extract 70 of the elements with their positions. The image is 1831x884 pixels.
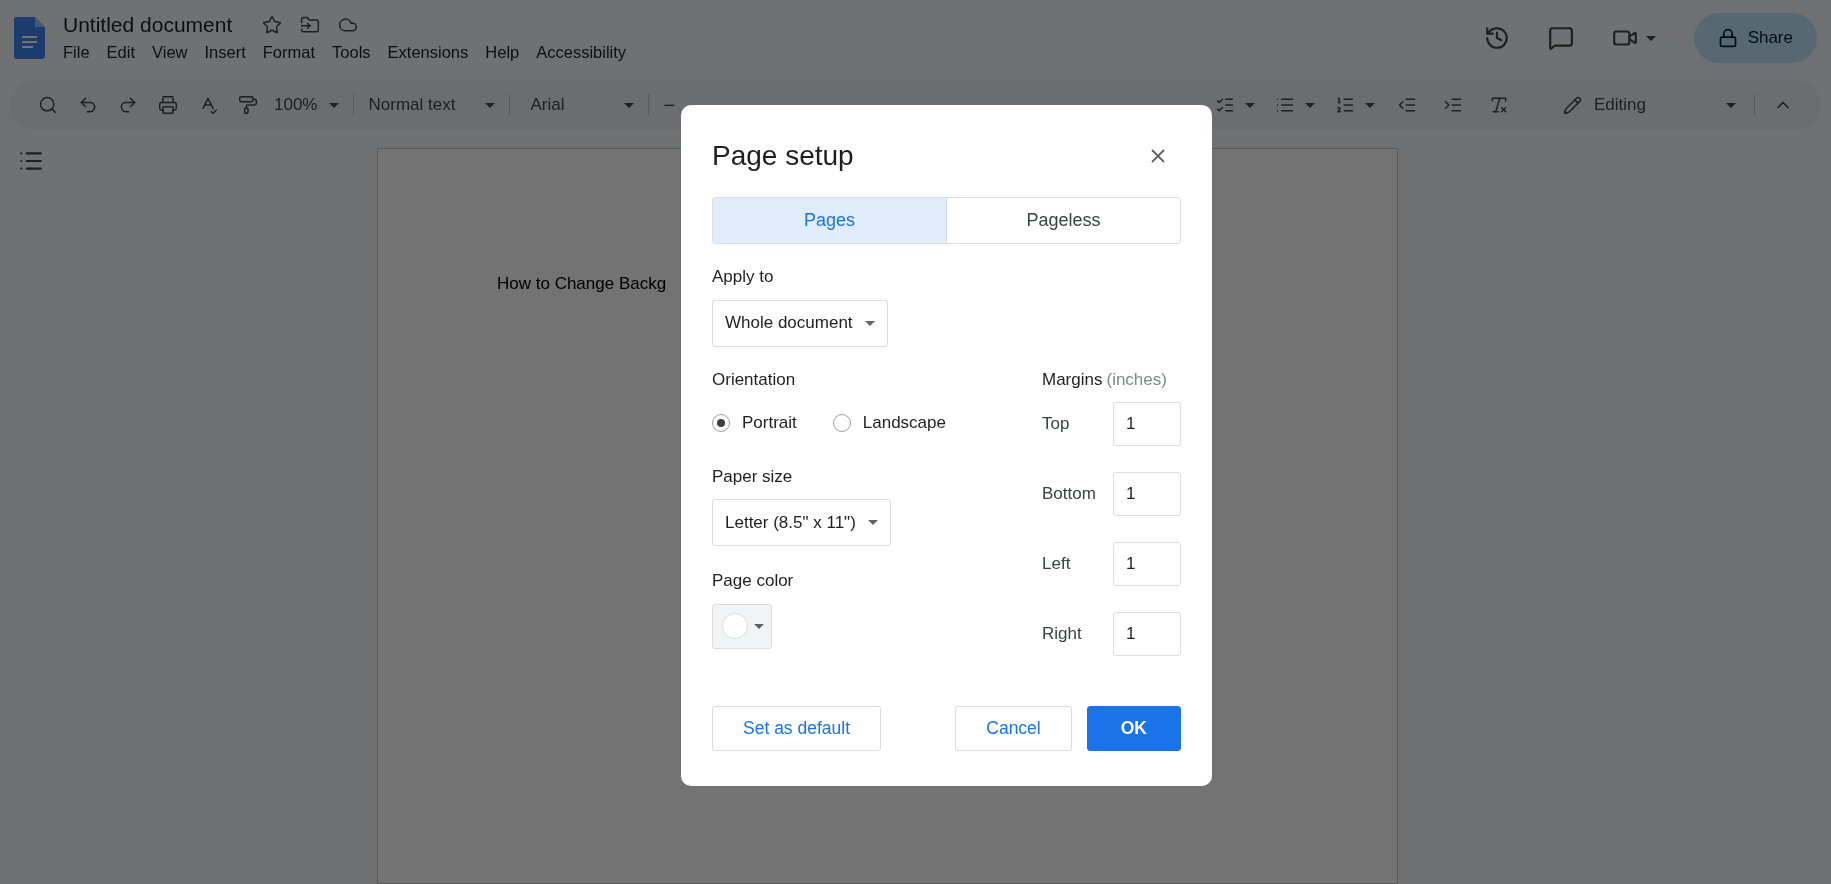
dialog-title: Page setup bbox=[712, 139, 854, 173]
decrease-font-size-button[interactable]: − bbox=[663, 90, 676, 120]
menu-item[interactable]: File bbox=[55, 38, 98, 66]
margin-label: Left bbox=[1042, 553, 1071, 576]
editing-mode-dropdown[interactable]: Editing bbox=[1563, 92, 1736, 118]
share-button[interactable]: Share bbox=[1693, 13, 1817, 63]
style-dropdown[interactable]: Normal text bbox=[368, 92, 496, 118]
menu-item[interactable]: Insert bbox=[196, 38, 254, 66]
comment-icon[interactable] bbox=[1547, 25, 1574, 51]
zoom-dropdown[interactable]: 100% bbox=[274, 92, 340, 118]
document-text: How to Change Backg bbox=[497, 273, 667, 295]
margin-label: Top bbox=[1042, 413, 1070, 436]
document-title[interactable]: Untitled document bbox=[63, 10, 233, 39]
menu-item[interactable]: Edit bbox=[98, 38, 144, 66]
docs-logo-icon[interactable] bbox=[14, 17, 45, 59]
caret-icon bbox=[1365, 102, 1376, 108]
orientation-radio[interactable]: Portrait bbox=[712, 410, 797, 436]
margin-input[interactable]: 1 bbox=[1113, 542, 1181, 586]
margin-input[interactable]: 1 bbox=[1113, 612, 1181, 656]
undo-icon[interactable] bbox=[78, 95, 98, 115]
caret-icon bbox=[1305, 102, 1316, 108]
menu-item[interactable]: Accessibility bbox=[528, 38, 635, 66]
apply-to-dropdown[interactable]: Whole document bbox=[712, 299, 888, 347]
print-icon[interactable] bbox=[158, 95, 178, 115]
margin-label: Right bbox=[1042, 623, 1082, 646]
margins-label: Margins bbox=[1042, 368, 1103, 391]
caret-icon bbox=[1245, 102, 1256, 108]
numbered-list-icon[interactable] bbox=[1335, 95, 1356, 115]
orientation-label: Orientation bbox=[712, 368, 797, 391]
dialog-button[interactable]: Set as default bbox=[712, 706, 882, 751]
caret-icon bbox=[1726, 102, 1736, 108]
margins-unit: (inches) bbox=[1106, 368, 1167, 391]
caret-icon bbox=[624, 102, 635, 108]
font-dropdown[interactable]: Arial bbox=[530, 92, 635, 118]
caret-icon bbox=[329, 102, 340, 108]
history-icon[interactable] bbox=[1483, 25, 1510, 51]
margin-label: Bottom bbox=[1042, 483, 1096, 506]
caret-icon bbox=[867, 520, 878, 525]
search-icon[interactable] bbox=[38, 95, 58, 115]
star-icon[interactable] bbox=[262, 14, 283, 35]
menu-item[interactable]: Help bbox=[477, 38, 528, 66]
increase-indent-icon[interactable] bbox=[1443, 95, 1464, 115]
page-color-label: Page color bbox=[712, 570, 795, 592]
page-color-picker[interactable] bbox=[712, 603, 772, 649]
margin-input[interactable]: 1 bbox=[1113, 472, 1181, 516]
bulleted-list-icon[interactable] bbox=[1275, 95, 1296, 115]
folder-icon[interactable] bbox=[300, 14, 321, 35]
menu-item[interactable]: Extensions bbox=[379, 38, 477, 66]
dialog-button[interactable]: Cancel bbox=[955, 706, 1072, 751]
caret-icon bbox=[864, 320, 875, 326]
menu-item[interactable]: Format bbox=[254, 38, 324, 66]
page-mode-tab[interactable]: Pages bbox=[713, 198, 946, 243]
paper-size-label: Paper size bbox=[712, 465, 794, 488]
paper-size-dropdown[interactable]: Letter (8.5" x 11") bbox=[712, 499, 891, 546]
caret-icon bbox=[754, 623, 764, 629]
redo-icon[interactable] bbox=[118, 95, 138, 115]
menu-item[interactable]: View bbox=[144, 38, 196, 66]
lock-icon bbox=[1717, 28, 1738, 48]
pencil-icon bbox=[1563, 95, 1582, 115]
margin-input[interactable]: 1 bbox=[1113, 402, 1181, 446]
caret-icon bbox=[485, 102, 496, 108]
paint-format-icon[interactable] bbox=[238, 95, 258, 115]
caret-icon bbox=[1645, 35, 1656, 41]
orientation-radio[interactable]: Landscape bbox=[832, 410, 946, 436]
apply-to-label: Apply to bbox=[712, 266, 775, 288]
decrease-indent-icon[interactable] bbox=[1397, 95, 1418, 115]
menu-item[interactable]: Tools bbox=[324, 38, 379, 66]
ok-button[interactable]: OK bbox=[1086, 706, 1181, 751]
checklist-icon[interactable] bbox=[1215, 95, 1236, 115]
page-mode-tab[interactable]: Pageless bbox=[946, 198, 1180, 243]
